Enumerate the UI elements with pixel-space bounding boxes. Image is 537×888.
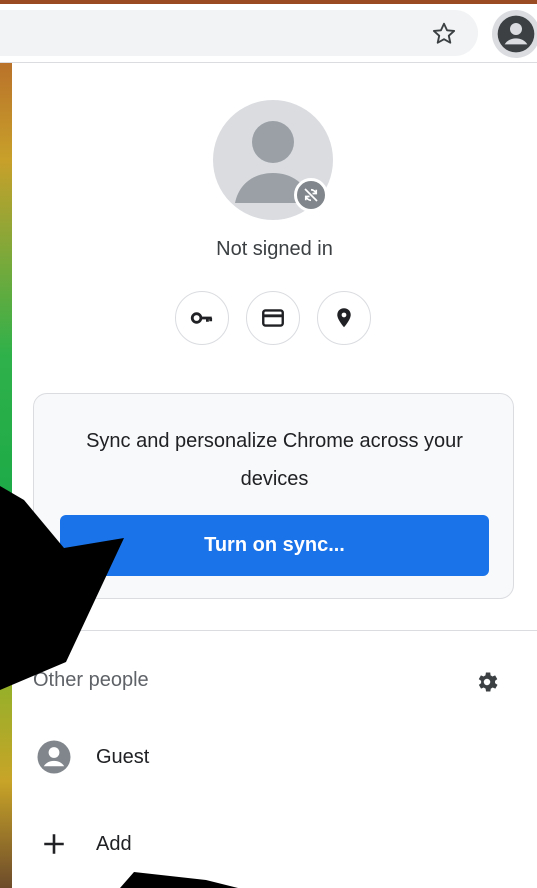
sync-description: Sync and personalize Chrome across your … bbox=[86, 430, 463, 490]
sign-in-status: Not signed in bbox=[216, 238, 333, 260]
star-outline-icon bbox=[432, 22, 456, 44]
credit-card-icon bbox=[262, 309, 284, 327]
section-divider bbox=[12, 630, 537, 631]
browser-toolbar bbox=[0, 4, 537, 63]
passwords-button[interactable] bbox=[175, 291, 229, 345]
turn-on-sync-button[interactable]: Turn on sync... bbox=[60, 515, 489, 576]
plus-icon bbox=[44, 834, 64, 854]
profile-item-guest[interactable]: Guest bbox=[12, 727, 537, 787]
sync-promo-card: Sync and personalize Chrome across your … bbox=[33, 393, 514, 599]
desktop-background bbox=[0, 0, 12, 888]
gear-icon bbox=[478, 672, 498, 692]
bookmark-star-button[interactable] bbox=[424, 14, 464, 54]
profile-button[interactable] bbox=[492, 10, 537, 58]
location-pin-icon bbox=[337, 308, 351, 328]
profile-item-label: Guest bbox=[96, 745, 150, 768]
sync-off-icon bbox=[304, 188, 318, 202]
addresses-button[interactable] bbox=[317, 291, 371, 345]
sync-paused-badge bbox=[294, 178, 328, 212]
profile-item-label: Add bbox=[96, 832, 132, 855]
account-circle-icon bbox=[37, 740, 71, 774]
manage-people-button[interactable] bbox=[470, 665, 504, 699]
payment-methods-button[interactable] bbox=[246, 291, 300, 345]
profile-menu: Not signed in Sync and personalize Chrom… bbox=[12, 63, 537, 888]
address-bar[interactable] bbox=[0, 10, 478, 56]
account-circle-icon bbox=[497, 15, 535, 53]
other-people-title: Other people bbox=[33, 669, 149, 691]
key-icon bbox=[190, 312, 213, 324]
guest-avatar bbox=[34, 737, 74, 777]
add-profile-item[interactable]: Add bbox=[12, 814, 537, 874]
add-icon-wrap bbox=[34, 824, 74, 864]
